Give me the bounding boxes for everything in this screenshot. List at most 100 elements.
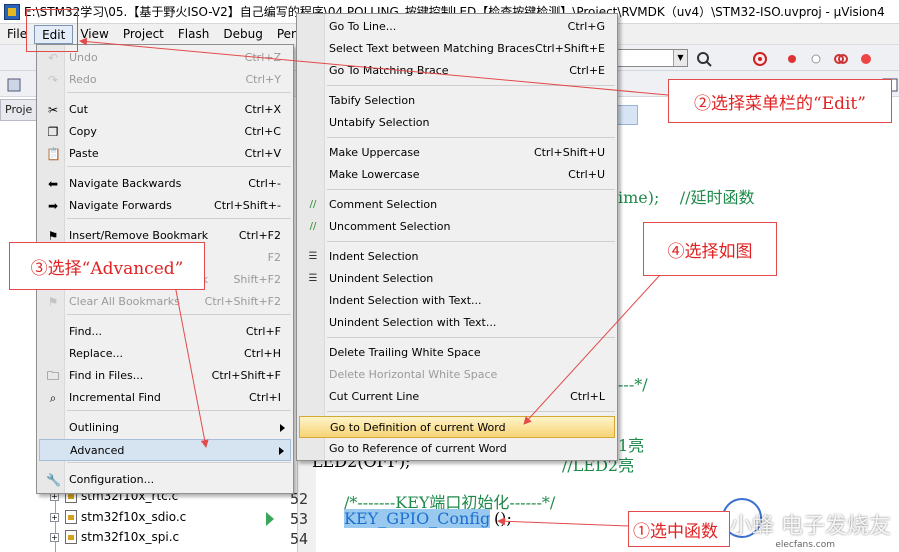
bookmark-icon: ⚑	[47, 229, 59, 243]
annotation-step2: ②选择菜单栏的“Edit”	[668, 79, 892, 123]
uvision-app-icon	[4, 3, 20, 20]
edit-menu-item-replace[interactable]: Replace... Ctrl+H	[39, 343, 291, 365]
menu-item-shortcut: Ctrl+L	[570, 390, 605, 403]
advanced-item-untabify-selection[interactable]: Untabify Selection	[299, 112, 615, 134]
advanced-item-go-to-reference-of-current-word[interactable]: Go to Reference of current Word	[299, 438, 615, 460]
menu-flash[interactable]: Flash	[171, 25, 216, 44]
menu-item-shortcut: Ctrl+Shift+F2	[204, 295, 281, 308]
menu-item-label: Clear All Bookmarks	[69, 295, 180, 308]
menu-item-label: Indent Selection	[329, 250, 419, 263]
annotation-step4: ④选择如图	[643, 222, 777, 276]
breakpoint-disable-icon[interactable]	[806, 49, 824, 67]
edit-menu-item-find-in-files[interactable]: 🗀 Find in Files... Ctrl+Shift+F	[39, 365, 291, 387]
code-line-delay-comment: ime); //延时函数	[618, 188, 755, 207]
advanced-item-uncomment-selection[interactable]: // Uncomment Selection	[299, 216, 615, 238]
advanced-item-go-to-matching-brace[interactable]: Go To Matching Brace Ctrl+E	[299, 60, 615, 82]
menu-item-label: Select Text between Matching Braces	[329, 42, 535, 55]
uncomment-icon: //	[309, 221, 317, 232]
code-selected-function-name[interactable]: KEY_GPIO_Config	[344, 509, 491, 528]
advanced-item-cut-current-line[interactable]: Cut Current Line Ctrl+L	[299, 386, 615, 408]
menu-item-shortcut: Ctrl+E	[569, 64, 605, 77]
menu-item-label: Navigate Backwards	[69, 177, 182, 190]
edit-menu-item-redo[interactable]: ↷ Redo Ctrl+Y	[39, 69, 291, 91]
advanced-item-delete-trailing-white-space[interactable]: Delete Trailing White Space	[299, 342, 615, 364]
chevron-down-icon[interactable]: ▼	[673, 50, 687, 66]
breakpoint-clear-icon[interactable]	[830, 49, 848, 67]
edit-menu-item-cut[interactable]: ✂ Cut Ctrl+X	[39, 99, 291, 121]
unindent-icon: ☰	[308, 273, 318, 284]
menu-item-shortcut: Ctrl+Y	[245, 73, 281, 86]
menu-item-label: Go To Matching Brace	[329, 64, 449, 77]
menu-item-label: Outlining	[69, 421, 120, 434]
code-line-comment-end: ---*/	[618, 375, 648, 394]
edit-menu-item-clear-all-bookmarks[interactable]: ⚑ Clear All Bookmarks Ctrl+Shift+F2	[39, 291, 291, 313]
project-panel-tab[interactable]: Proje	[0, 99, 40, 121]
expand-icon[interactable]: +	[50, 532, 59, 542]
arrow-right-icon: ➡	[47, 199, 59, 213]
menu-item-label: Go To Line...	[329, 20, 397, 33]
edit-menu-item-outlining[interactable]: Outlining	[39, 417, 291, 439]
menu-item-label: Redo	[69, 73, 97, 86]
menu-separator	[67, 314, 291, 315]
menu-separator	[327, 137, 615, 138]
run-to-cursor-icon[interactable]	[856, 49, 874, 67]
advanced-item-go-to-definition-of-current-word[interactable]: Go to Definition of current Word	[299, 416, 615, 438]
edit-menu-item-navigate-backwards[interactable]: ⬅ Navigate Backwards Ctrl+-	[39, 173, 291, 195]
line-number: 54	[289, 530, 308, 548]
menu-view[interactable]: View	[73, 25, 115, 44]
menu-item-shortcut: Ctrl+Shift+U	[533, 146, 605, 159]
menu-item-shortcut: F2	[267, 251, 281, 264]
menu-item-shortcut: Ctrl+G	[567, 20, 605, 33]
menu-item-label: Unindent Selection with Text...	[329, 316, 497, 329]
advanced-item-delete-horizontal-white-space[interactable]: Delete Horizontal White Space	[299, 364, 615, 386]
menu-separator	[327, 411, 615, 412]
watermark-text: 小蜂 电子发烧友	[730, 514, 891, 539]
clear-bookmarks-icon: ⚑	[47, 295, 59, 309]
edit-menu-item-configuration[interactable]: 🔧 Configuration...	[39, 469, 291, 491]
menu-item-label: Indent Selection with Text...	[329, 294, 482, 307]
menu-item-label: Advanced	[70, 444, 125, 457]
advanced-item-tabify-selection[interactable]: Tabify Selection	[299, 90, 615, 112]
advanced-item-select-text-between-matching-braces[interactable]: Select Text between Matching Braces Ctrl+…	[299, 38, 615, 60]
advanced-item-indent-selection-with-text[interactable]: Indent Selection with Text...	[299, 290, 615, 312]
advanced-item-indent-selection[interactable]: ☰ Indent Selection	[299, 246, 615, 268]
menu-item-shortcut: Ctrl+H	[243, 347, 281, 360]
advanced-item-unindent-selection[interactable]: ☰ Unindent Selection	[299, 268, 615, 290]
menu-item-label: Make Uppercase	[329, 146, 420, 159]
debug-search-icon[interactable]	[750, 49, 768, 67]
advanced-item-comment-selection[interactable]: // Comment Selection	[299, 194, 615, 216]
annotation-step1: ①选中函数	[628, 511, 730, 547]
menu-item-shortcut: Ctrl+Shift+E	[535, 42, 605, 55]
menu-item-shortcut: Ctrl+X	[244, 103, 281, 116]
advanced-item-unindent-selection-with-text[interactable]: Unindent Selection with Text...	[299, 312, 615, 334]
edit-menu-item-advanced[interactable]: Advanced	[39, 439, 291, 461]
edit-menu-item-find[interactable]: Find... Ctrl+F	[39, 321, 291, 343]
paste-icon: 📋	[46, 147, 61, 161]
menu-separator	[67, 218, 291, 219]
edit-menu-item-incremental-find[interactable]: ⌕ Incremental Find Ctrl+I	[39, 387, 291, 409]
advanced-item-make-lowercase[interactable]: Make Lowercase Ctrl+U	[299, 164, 615, 186]
edit-menu-item-paste[interactable]: 📋 Paste Ctrl+V	[39, 143, 291, 165]
advanced-item-make-uppercase[interactable]: Make Uppercase Ctrl+Shift+U	[299, 142, 615, 164]
menu-item-label: Navigate Forwards	[69, 199, 172, 212]
menu-item-label: Configuration...	[69, 473, 155, 486]
edit-menu-item-copy[interactable]: ❐ Copy Ctrl+C	[39, 121, 291, 143]
menu-item-label: Paste	[69, 147, 99, 160]
menu-item-label: Copy	[69, 125, 97, 138]
annotation-step3: ③选择“Advanced”	[9, 242, 205, 290]
menu-debug[interactable]: Debug	[216, 25, 269, 44]
tree-file-sdio[interactable]: + stm32f10x_sdio.c	[50, 508, 186, 526]
tree-file-spi[interactable]: + stm32f10x_spi.c	[50, 528, 179, 546]
c-file-icon	[65, 510, 77, 524]
wrench-icon: 🔧	[46, 473, 61, 487]
file-name: stm32f10x_sdio.c	[81, 510, 187, 524]
target-options-icon[interactable]	[4, 75, 22, 93]
edit-menu-item-navigate-forwards[interactable]: ➡ Navigate Forwards Ctrl+Shift+-	[39, 195, 291, 217]
cut-icon: ✂	[47, 103, 59, 117]
breakpoint-icon[interactable]	[782, 49, 800, 67]
menu-item-shortcut: Ctrl+F	[245, 325, 281, 338]
menu-project[interactable]: Project	[116, 25, 171, 44]
advanced-item-go-to-line[interactable]: Go To Line... Ctrl+G	[299, 16, 615, 38]
expand-icon[interactable]: +	[50, 512, 59, 522]
find-icon[interactable]	[694, 49, 712, 67]
